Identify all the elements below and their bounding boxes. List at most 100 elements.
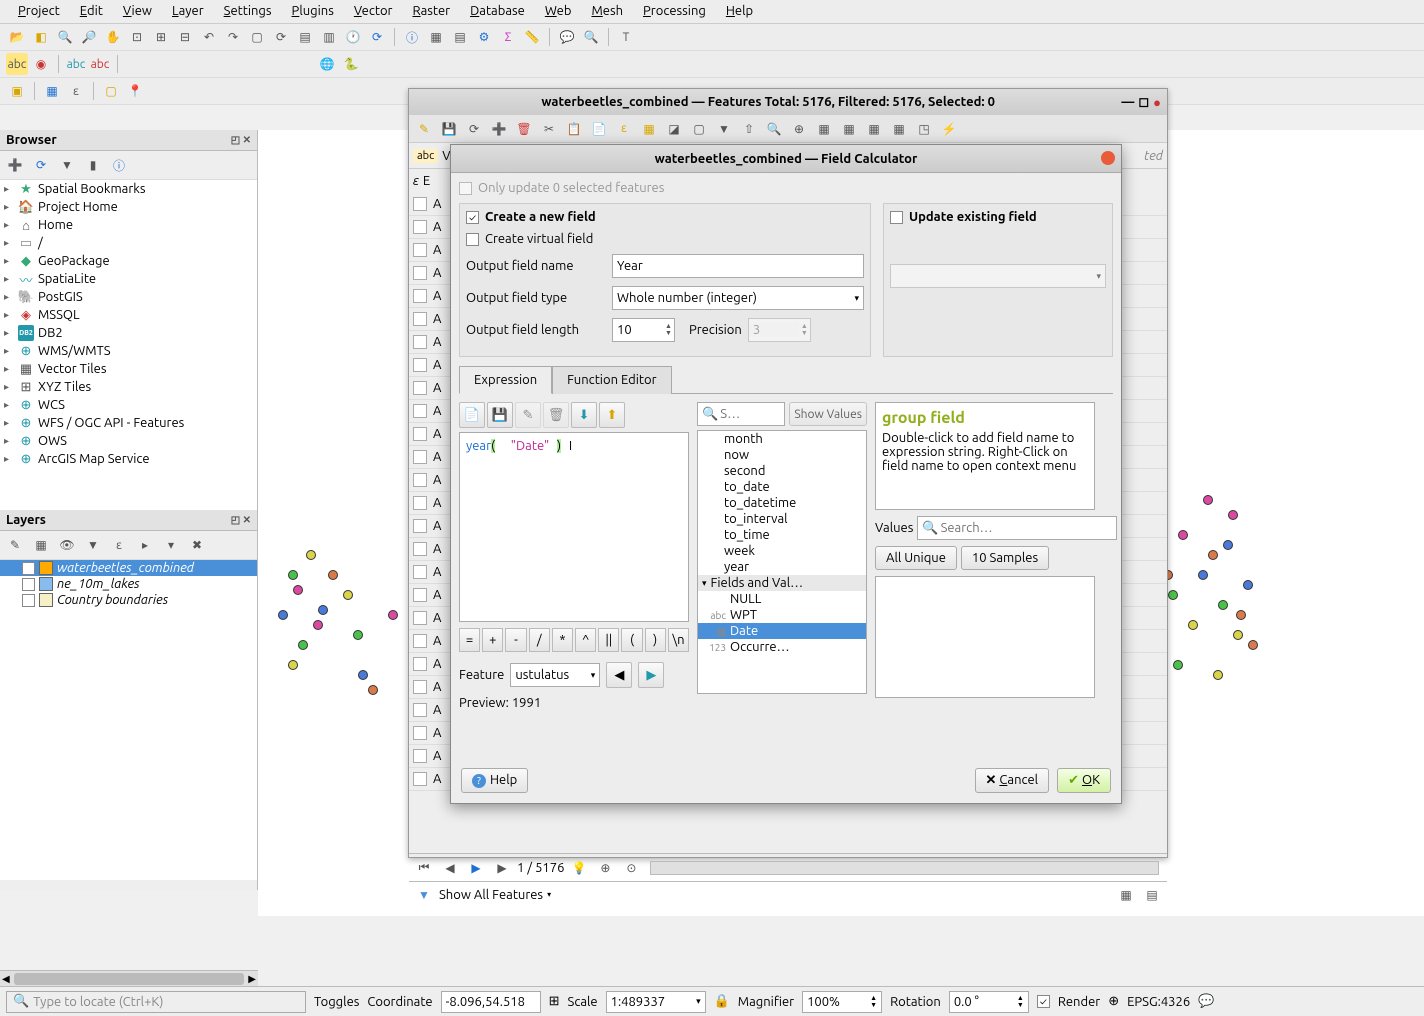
expression-input[interactable]: year( "Date" ) I	[459, 432, 689, 622]
del-feat-icon[interactable]: 🗑	[513, 118, 535, 140]
text-icon[interactable]: T	[615, 26, 637, 48]
virtual-checkbox[interactable]	[466, 233, 479, 246]
delete-icon[interactable]: 🗑	[543, 402, 569, 428]
epsg-label[interactable]: EPSG:4326	[1127, 995, 1190, 1009]
edit-toggle-icon[interactable]: ✎	[413, 118, 435, 140]
zoom-layer-icon[interactable]: ⊟	[174, 26, 196, 48]
map-point[interactable]	[388, 610, 398, 620]
field-null[interactable]: NULL	[698, 591, 866, 607]
browser-item-db2[interactable]: ▸DB2DB2	[0, 324, 257, 342]
out-name-input[interactable]	[612, 254, 864, 278]
label-btn-icon[interactable]: abc	[6, 53, 28, 75]
zoom-full-icon[interactable]: ⊡	[126, 26, 148, 48]
menu-layer[interactable]: Layer	[162, 2, 214, 21]
tab-expression[interactable]: Expression	[459, 366, 552, 394]
browser-item-ows[interactable]: ▸⊕OWS	[0, 432, 257, 450]
sel-expr-attr-icon[interactable]: ε	[613, 118, 635, 140]
menu-processing[interactable]: Processing	[633, 2, 716, 21]
ok-button[interactable]: ✔ OK	[1057, 768, 1111, 793]
edit-icon[interactable]: ✎	[515, 402, 541, 428]
zoom-row-icon[interactable]: ⊕	[594, 857, 616, 879]
func-now[interactable]: now	[698, 447, 866, 463]
menu-web[interactable]: Web	[535, 2, 582, 21]
style-mgr-icon[interactable]: ▥	[318, 26, 340, 48]
field-occurre…[interactable]: 123Occurre…	[698, 639, 866, 655]
menu-vector[interactable]: Vector	[344, 2, 403, 21]
python-icon[interactable]: 🐍	[340, 53, 362, 75]
map-point[interactable]	[1173, 660, 1183, 670]
move-top-icon[interactable]: ⇧	[738, 118, 760, 140]
map-point[interactable]	[343, 590, 353, 600]
browser-item-mssql[interactable]: ▸◈MSSQL	[0, 306, 257, 324]
first-icon[interactable]: ⏮	[413, 857, 435, 879]
label-hide-icon[interactable]: abc	[89, 53, 111, 75]
browser-item-wfs-ogc-api-features[interactable]: ▸⊕WFS / OGC API - Features	[0, 414, 257, 432]
zoom-in-icon[interactable]: 🔍	[54, 26, 76, 48]
browser-item-project-home[interactable]: ▸🏠Project Home	[0, 198, 257, 216]
desel-icon[interactable]: ▢	[100, 80, 122, 102]
layer-country-boundaries[interactable]: Country boundaries	[0, 592, 257, 608]
menu-settings[interactable]: Settings	[214, 2, 282, 21]
map-point[interactable]	[313, 620, 323, 630]
measure-icon[interactable]: 📏	[521, 26, 543, 48]
sel-all-attr-icon[interactable]: ▦	[638, 118, 660, 140]
map-point[interactable]	[368, 685, 378, 695]
sel-loc-icon[interactable]: 📍	[124, 80, 146, 102]
fields-group[interactable]: ▾ Fields and Val…	[698, 575, 866, 591]
map-point[interactable]	[358, 670, 368, 680]
dock-icon[interactable]: ◳	[913, 118, 935, 140]
sel-all-icon[interactable]: ▦	[41, 80, 63, 102]
map-point[interactable]	[1198, 570, 1208, 580]
del-field-icon[interactable]: ▦	[838, 118, 860, 140]
map-point[interactable]	[1223, 540, 1233, 550]
save-edits-icon[interactable]: 💾	[438, 118, 460, 140]
close-icon[interactable]: ●	[1153, 95, 1161, 110]
browser-item-spatialite[interactable]: ▸〰SpatiaLite	[0, 270, 257, 288]
out-type-select[interactable]: Whole number (integer) ▾	[612, 286, 864, 310]
browser-item-spatial-bookmarks[interactable]: ▸★Spatial Bookmarks	[0, 180, 257, 198]
remove-icon[interactable]: ✖	[186, 534, 208, 556]
import-icon[interactable]: ⬇	[571, 402, 597, 428]
feature-select[interactable]: ustulatus ▾	[510, 663, 600, 687]
update-ex-checkbox[interactable]	[890, 211, 903, 224]
collapse-icon[interactable]: ▮	[82, 154, 104, 176]
op-button[interactable]: /	[529, 628, 550, 652]
invert-icon[interactable]: ◪	[663, 118, 685, 140]
form-view-icon[interactable]: ▦	[1115, 884, 1137, 906]
browser-item-xyz-tiles[interactable]: ▸⊞XYZ Tiles	[0, 378, 257, 396]
samples-button[interactable]: 10 Samples	[961, 546, 1049, 570]
map-point[interactable]	[1228, 510, 1238, 520]
menu-edit[interactable]: Edit	[70, 2, 113, 21]
expand-icon[interactable]: ▸	[134, 534, 156, 556]
minimize-icon[interactable]: —	[1121, 95, 1134, 110]
vis-icon[interactable]: 👁	[56, 534, 78, 556]
map-point[interactable]	[1213, 670, 1223, 680]
table-view-icon[interactable]: ▤	[1141, 884, 1163, 906]
map-point[interactable]	[278, 610, 288, 620]
tips-icon[interactable]: 💬	[556, 26, 578, 48]
locator-input[interactable]: 🔍 Type to locate (Ctrl+K)	[6, 991, 306, 1013]
collapse-all-icon[interactable]: ▾	[160, 534, 182, 556]
map-point[interactable]	[1248, 640, 1258, 650]
function-list[interactable]: monthnowsecondto_dateto_datetimeto_inter…	[697, 430, 867, 694]
next-icon[interactable]: ▶	[491, 857, 513, 879]
func-to_date[interactable]: to_date	[698, 479, 866, 495]
filter-funnel-icon[interactable]: ▼	[413, 884, 435, 906]
next-feat-icon[interactable]: ▶	[638, 662, 664, 688]
pan-icon[interactable]: ✋	[102, 26, 124, 48]
attr-title-bar[interactable]: waterbeetles_combined — Features Total: …	[409, 89, 1167, 115]
zoom-sel-icon[interactable]: ⊞	[150, 26, 172, 48]
menu-help[interactable]: Help	[716, 2, 763, 21]
cut-icon[interactable]: ✂	[538, 118, 560, 140]
map-point[interactable]	[1243, 580, 1253, 590]
select-icon[interactable]: ▣	[6, 80, 28, 102]
dropdown-icon[interactable]: ▾	[547, 890, 551, 899]
func-search-input[interactable]	[720, 407, 750, 421]
map-point[interactable]	[1188, 620, 1198, 630]
filter-icon[interactable]: ▼	[713, 118, 735, 140]
play-icon[interactable]: ▶	[465, 857, 487, 879]
add-layer-icon[interactable]: ➕	[4, 154, 26, 176]
panel-controls[interactable]: ◰ ✕	[231, 514, 251, 526]
func-to_interval[interactable]: to_interval	[698, 511, 866, 527]
save-icon[interactable]: 💾	[487, 402, 513, 428]
